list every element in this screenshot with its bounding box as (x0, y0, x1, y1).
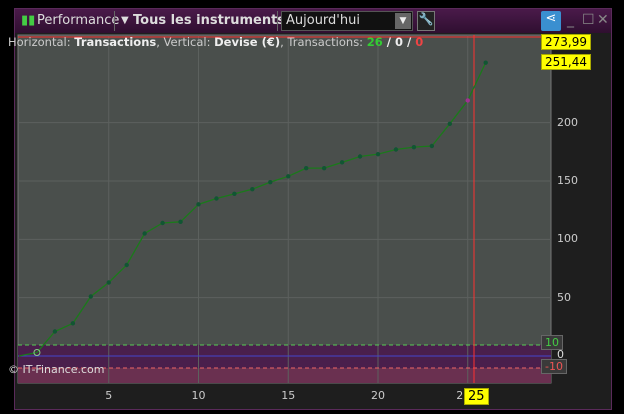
data-point (304, 165, 309, 171)
data-point (339, 160, 345, 165)
data-point (411, 144, 417, 150)
data-point (429, 143, 435, 149)
data-point (465, 98, 470, 103)
y-tick-label: 100 (557, 232, 578, 246)
y-tick-label: 200 (557, 115, 578, 129)
data-point (483, 60, 488, 65)
data-point (250, 186, 255, 192)
data-point (393, 147, 399, 152)
plot-area (17, 34, 552, 384)
data-point (375, 151, 381, 157)
data-point (178, 219, 183, 225)
x-tick-label: 20 (371, 389, 385, 402)
top-value-label: 273,99 (541, 34, 591, 50)
band-lower-label: -10 (541, 359, 567, 374)
data-point (232, 191, 237, 197)
data-point (447, 121, 452, 127)
y-tick-label: 50 (557, 290, 571, 304)
data-point (88, 294, 94, 299)
data-point (106, 280, 111, 285)
chart-info: Horizontal: Transactions, Vertical: Devi… (8, 35, 424, 49)
copyright: © IT-Finance.com (8, 363, 105, 376)
x-tick-label: 2 (456, 389, 464, 402)
performance-chart (17, 34, 552, 384)
data-point (52, 329, 58, 334)
losses-count: 0 (415, 35, 424, 49)
x-tick-label: 15 (281, 389, 296, 402)
y-tick-label: 150 (557, 173, 578, 187)
data-point (160, 220, 165, 226)
x-tick-label: 10 (191, 389, 206, 402)
last-value-label: 251,44 (541, 54, 591, 70)
data-point (268, 179, 273, 185)
x-tick-label: 5 (105, 389, 113, 402)
data-point (124, 262, 129, 268)
data-point (196, 202, 201, 207)
data-point (286, 174, 291, 179)
data-point (142, 231, 147, 236)
data-point (357, 154, 363, 159)
data-point (214, 196, 219, 201)
data-point (321, 165, 327, 171)
data-point (70, 321, 76, 326)
wins-count: 26 (366, 35, 383, 49)
cursor-x-label: 25 (464, 388, 489, 405)
